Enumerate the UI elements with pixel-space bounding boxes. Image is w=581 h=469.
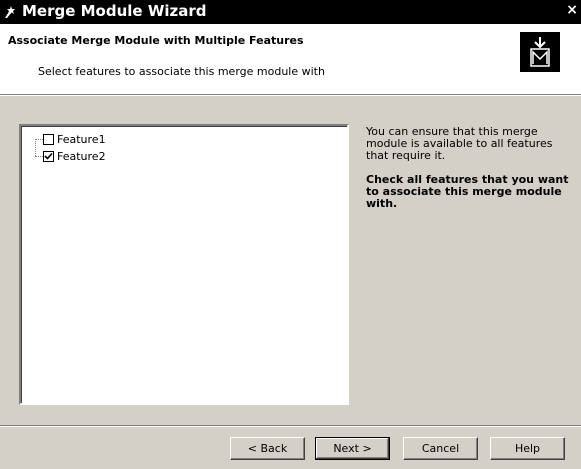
next-button[interactable]: Next > <box>315 437 390 460</box>
wizard-header: Associate Merge Module with Multiple Fea… <box>0 24 581 95</box>
page-subtitle: Select features to associate this merge … <box>38 65 325 78</box>
feature2-checkbox[interactable] <box>43 150 54 162</box>
info-text: You can ensure that this merge module is… <box>366 125 553 162</box>
feature1-checkbox[interactable] <box>43 133 54 145</box>
info-panel: You can ensure that this merge module is… <box>366 126 571 210</box>
header-separator <box>0 95 581 96</box>
tree-connector-branch <box>35 139 43 140</box>
checkmark-icon <box>44 152 53 160</box>
feature1-label: Feature1 <box>57 132 106 146</box>
close-icon[interactable]: × <box>566 2 578 18</box>
back-button[interactable]: < Back <box>230 437 305 460</box>
wizard-app-icon <box>5 6 15 18</box>
feature2-label: Feature2 <box>57 149 106 163</box>
tree-item-feature1[interactable]: Feature1 <box>43 132 106 146</box>
page-title: Associate Merge Module with Multiple Fea… <box>8 34 304 47</box>
help-button[interactable]: Help <box>490 437 565 460</box>
cancel-button[interactable]: Cancel <box>403 437 478 460</box>
window-title: Merge Module Wizard <box>22 2 207 20</box>
tree-connector-line <box>35 139 36 156</box>
features-tree[interactable]: Feature1 Feature2 <box>19 124 349 405</box>
features-tree-inner: Feature1 Feature2 <box>21 126 347 403</box>
merge-module-logo-icon <box>520 32 560 72</box>
tree-connector-branch <box>35 156 43 157</box>
title-bar[interactable]: Merge Module Wizard × <box>0 0 581 24</box>
tree-item-feature2[interactable]: Feature2 <box>43 149 106 163</box>
footer-separator <box>0 425 581 427</box>
info-bold-text: Check all features that you want to asso… <box>366 173 569 210</box>
merge-module-wizard-window: Merge Module Wizard × Associate Merge Mo… <box>0 0 581 469</box>
